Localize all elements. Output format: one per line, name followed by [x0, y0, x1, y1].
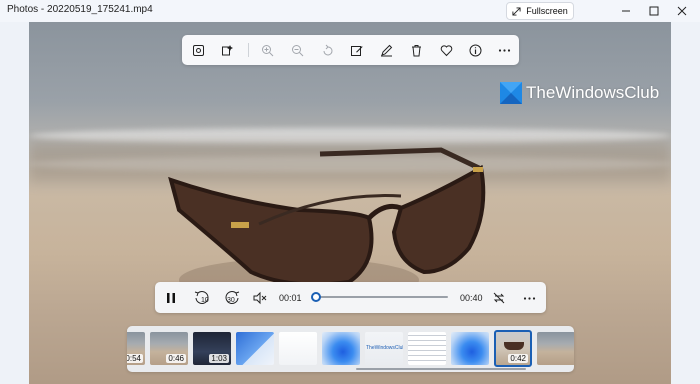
current-time: 00:01	[279, 293, 302, 303]
filmstrip-item[interactable]	[236, 332, 274, 365]
thumbnail-duration: 0:46	[166, 354, 186, 363]
filmstrip-item[interactable]	[537, 332, 574, 365]
filmstrip-item[interactable]	[451, 332, 489, 365]
rewind-10-icon[interactable]: 10	[192, 289, 212, 307]
favorite-icon[interactable]	[438, 42, 454, 58]
fullscreen-label: Fullscreen	[526, 6, 568, 16]
filmstrip-item[interactable]: 1:03	[193, 332, 231, 365]
title-bar: Photos - 20220519_175241.mp4 Fullscreen	[0, 0, 700, 22]
maximize-icon[interactable]	[646, 3, 662, 19]
filmstrip[interactable]: 0:54 0:46 1:03 TheWindowsClub 0:42	[127, 326, 574, 372]
more-options-icon[interactable]	[496, 42, 512, 58]
view-original-icon[interactable]	[190, 42, 206, 58]
rotate-icon[interactable]	[319, 42, 335, 58]
thewindowsclub-logo-icon	[500, 82, 522, 104]
thumbnail-duration: 0:42	[508, 354, 528, 363]
close-icon[interactable]	[674, 3, 690, 19]
thumbnail-sunglasses	[504, 342, 524, 350]
visual-search-icon[interactable]	[219, 42, 235, 58]
draw-icon[interactable]	[378, 42, 394, 58]
mute-icon[interactable]	[251, 289, 269, 307]
thumbnail-watermark-text: TheWindowsClub	[366, 345, 403, 351]
filmstrip-item[interactable]	[322, 332, 360, 365]
repeat-off-icon[interactable]	[490, 289, 508, 307]
fullscreen-icon	[512, 6, 521, 16]
filmstrip-item[interactable]: TheWindowsClub	[365, 332, 403, 365]
filmstrip-item[interactable]: 0:54	[127, 332, 145, 365]
watermark: TheWindowsClub	[500, 82, 659, 104]
filmstrip-item[interactable]	[408, 332, 446, 365]
delete-icon[interactable]	[408, 42, 424, 58]
edit-image-icon[interactable]	[348, 42, 364, 58]
svg-text:10: 10	[201, 297, 209, 304]
zoom-in-icon[interactable]	[259, 42, 275, 58]
pause-icon[interactable]	[162, 289, 180, 307]
thumbnail-duration: 1:03	[209, 354, 229, 363]
playback-more-icon[interactable]	[520, 289, 538, 307]
watermark-text: TheWindowsClub	[526, 83, 660, 102]
filmstrip-item[interactable]	[279, 332, 317, 365]
svg-text:30: 30	[227, 297, 235, 304]
forward-30-icon[interactable]: 30	[222, 289, 242, 307]
toolbar-divider	[248, 43, 249, 57]
total-time: 00:40	[460, 293, 483, 303]
seek-slider[interactable]	[311, 292, 448, 302]
window-title: Photos - 20220519_175241.mp4	[7, 4, 153, 15]
thumbnail-duration: 0:54	[127, 354, 143, 363]
filmstrip-scrollbar[interactable]	[356, 368, 526, 370]
zoom-out-icon[interactable]	[289, 42, 305, 58]
minimize-icon[interactable]	[618, 3, 634, 19]
filmstrip-item-selected[interactable]: 0:42	[494, 330, 532, 367]
filmstrip-item[interactable]: 0:46	[150, 332, 188, 365]
file-info-icon[interactable]	[467, 42, 483, 58]
fullscreen-button[interactable]: Fullscreen	[506, 2, 574, 20]
